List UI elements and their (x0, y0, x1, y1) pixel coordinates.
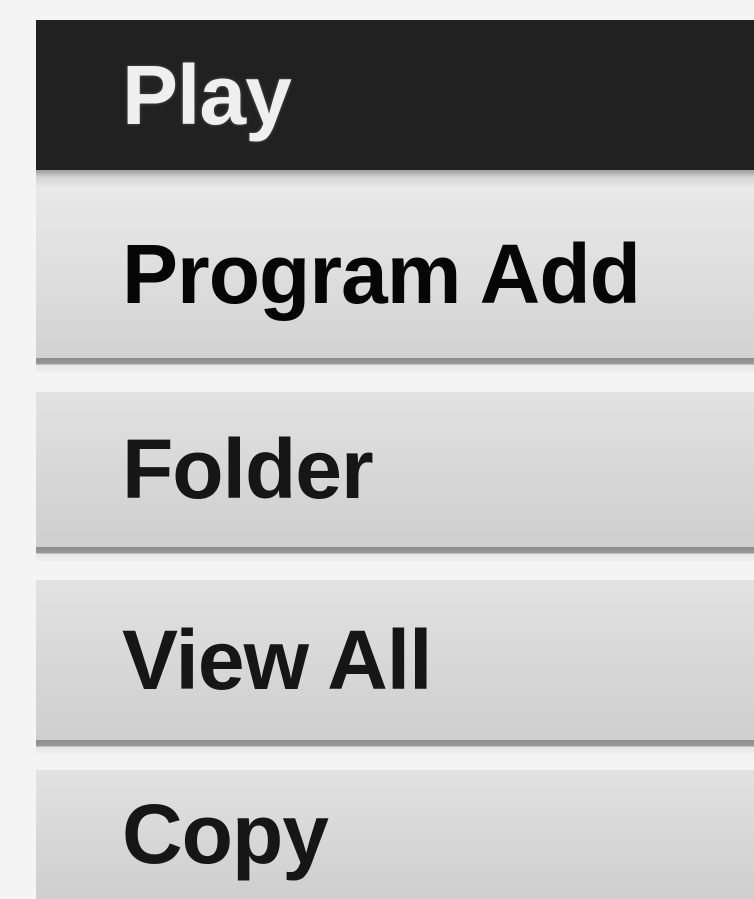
menu-divider (36, 740, 754, 754)
menu-item-label: View All (122, 612, 432, 707)
menu-item-label: Program Add (122, 226, 641, 321)
menu-item-label: Folder (122, 422, 374, 516)
menu-item-copy[interactable]: Copy (36, 770, 754, 899)
menu-item-program-add[interactable]: Program Add (36, 190, 754, 358)
menu-item-label: Play (122, 47, 292, 142)
menu-divider (36, 547, 754, 561)
menu-item-play[interactable]: Play (36, 20, 754, 170)
menu-item-folder[interactable]: Folder (36, 392, 754, 547)
menu-divider (36, 170, 754, 190)
menu-divider (36, 358, 754, 372)
menu-item-label: Copy (122, 787, 329, 881)
context-menu: Play Program Add Folder View All Copy (36, 20, 754, 899)
menu-item-view-all[interactable]: View All (36, 580, 754, 740)
